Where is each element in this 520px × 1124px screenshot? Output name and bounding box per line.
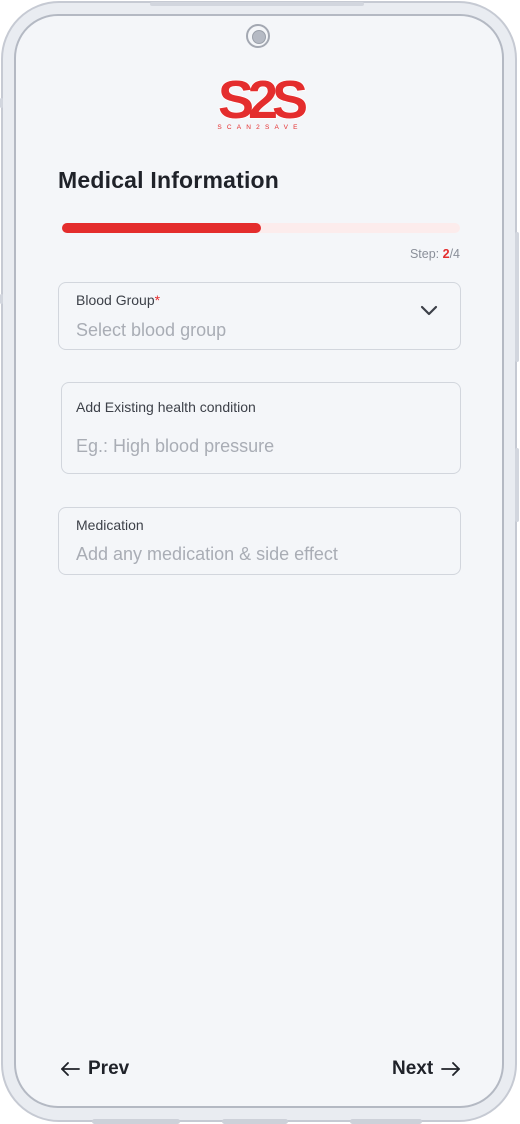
top-edge-bar xyxy=(150,2,364,6)
bottom-port xyxy=(92,1119,180,1124)
volume-button xyxy=(515,448,519,522)
next-button[interactable]: Next xyxy=(392,1058,461,1080)
next-label: Next xyxy=(392,1058,434,1079)
prev-button[interactable]: Prev xyxy=(60,1058,129,1080)
app-logo: S2S SCAN2SAVE xyxy=(217,70,313,131)
blood-group-select[interactable]: Blood Group* Select blood group xyxy=(58,282,461,350)
side-notch xyxy=(0,294,3,304)
medication-field[interactable]: Medication Add any medication & side eff… xyxy=(58,507,461,575)
front-camera xyxy=(246,24,270,48)
required-asterisk: * xyxy=(154,292,161,308)
progress-bar-fill xyxy=(62,223,261,233)
medication-placeholder: Add any medication & side effect xyxy=(76,544,338,564)
blood-group-placeholder: Select blood group xyxy=(76,320,227,340)
bottom-port xyxy=(222,1119,288,1124)
arrow-right-icon xyxy=(441,1062,461,1076)
page-title: Medical Information xyxy=(58,167,280,193)
medication-label: Medication xyxy=(76,517,144,533)
blood-group-label: Blood Group* xyxy=(76,292,160,308)
health-condition-label: Add Existing health condition xyxy=(76,399,256,415)
step-current: 2 xyxy=(442,247,450,261)
side-notch xyxy=(0,98,3,108)
health-condition-placeholder: Eg.: High blood pressure xyxy=(76,436,275,456)
step-total: /4 xyxy=(449,247,460,261)
step-indicator: Step: 2/4 xyxy=(410,247,460,261)
blood-group-label-text: Blood Group xyxy=(76,292,155,308)
logo-text: S2S xyxy=(218,70,306,130)
speaker-grille xyxy=(350,1119,422,1124)
health-condition-field[interactable]: Add Existing health condition Eg.: High … xyxy=(61,382,461,474)
step-prefix: Step: xyxy=(409,247,443,261)
arrow-left-icon xyxy=(61,1062,80,1076)
power-button xyxy=(515,232,519,362)
prev-label: Prev xyxy=(88,1058,130,1079)
chevron-down-icon xyxy=(420,305,438,316)
logo-tagline: SCAN2SAVE xyxy=(217,124,302,131)
progress-bar xyxy=(62,223,460,233)
